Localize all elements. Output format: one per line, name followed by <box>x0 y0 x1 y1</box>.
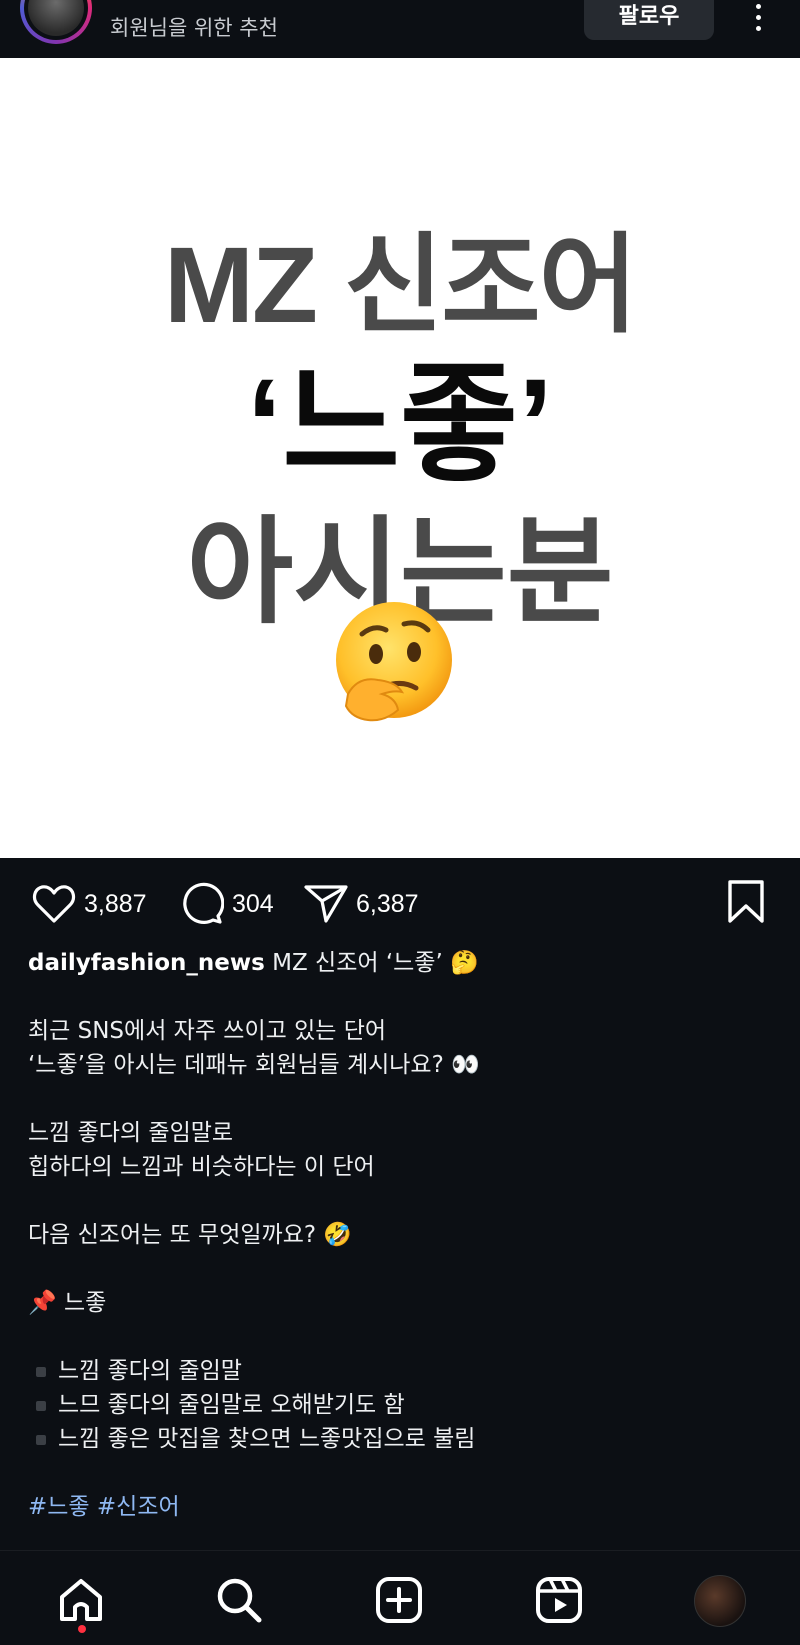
add-post-icon <box>376 1577 422 1623</box>
suggested-label: 회원님을 위한 추천 <box>110 16 278 40</box>
caption-headline: MZ 신조어 ‘느좋’ 🤔 <box>272 950 479 976</box>
caption-bullet: 느낌 좋은 맛집을 찾으면 느좋맛집으로 불림 <box>58 1426 476 1452</box>
follow-button[interactable]: 팔로우 <box>584 0 714 40</box>
caption-bullet: 느므 좋다의 줄임말로 오해받기도 함 <box>58 1392 405 1418</box>
nav-search[interactable] <box>214 1575 264 1625</box>
caption-bullet: 느낌 좋다의 줄임말 <box>58 1358 242 1384</box>
caption-line: 최근 SNS에서 자주 쓰이고 있는 단어 <box>28 1018 387 1044</box>
profile-avatar <box>694 1575 746 1627</box>
hashtags[interactable]: #느좋 #신조어 <box>28 1490 768 1524</box>
share-button[interactable]: 6,387 <box>304 882 419 926</box>
bottom-nav <box>0 1550 800 1645</box>
send-icon <box>304 885 348 923</box>
nav-home[interactable] <box>56 1575 106 1633</box>
author-avatar[interactable] <box>20 0 92 44</box>
bullet-icon <box>36 1366 46 1377</box>
like-button[interactable]: 3,887 <box>32 882 147 926</box>
like-count: 3,887 <box>84 889 147 918</box>
comment-count: 304 <box>232 889 274 918</box>
post-image[interactable]: MZ 신조어 ‘느좋’ 아시는분 <box>0 58 800 858</box>
bullet-icon <box>36 1434 46 1445</box>
comment-button[interactable]: 304 <box>180 882 274 926</box>
caption-pin-line: 📌 느좋 <box>28 1290 107 1316</box>
share-count: 6,387 <box>356 889 419 918</box>
nav-profile[interactable] <box>694 1575 746 1627</box>
search-icon <box>217 1578 262 1623</box>
bullet-icon <box>36 1400 46 1411</box>
comment-icon <box>183 882 224 924</box>
caption-line: ‘느좋’을 아시는 데패뉴 회원님들 계시나요? 👀 <box>28 1052 480 1078</box>
caption-username[interactable]: dailyfashion_news <box>28 950 265 976</box>
notification-dot <box>78 1625 86 1633</box>
post-header: 회원님을 위한 추천 팔로우 <box>0 0 800 58</box>
home-icon <box>60 1579 102 1621</box>
caption-line: 느낌 좋다의 줄임말로 <box>28 1120 234 1146</box>
bookmark-icon[interactable] <box>726 880 766 924</box>
nav-reels[interactable] <box>534 1575 584 1625</box>
caption-line: 힙하다의 느낌과 비슷하다는 이 단어 <box>28 1154 375 1180</box>
reels-icon <box>536 1577 582 1623</box>
heart-icon <box>32 885 76 923</box>
post-caption: dailyfashion_news MZ 신조어 ‘느좋’ 🤔 최근 SNS에서… <box>28 946 768 1524</box>
caption-line: 다음 신조어는 또 무엇일까요? 🤣 <box>28 1222 353 1248</box>
thinking-face-icon <box>336 602 452 722</box>
nav-create[interactable] <box>374 1575 424 1625</box>
more-options-icon[interactable] <box>750 4 766 32</box>
post-actions: 3,887 304 6,387 <box>0 858 800 948</box>
